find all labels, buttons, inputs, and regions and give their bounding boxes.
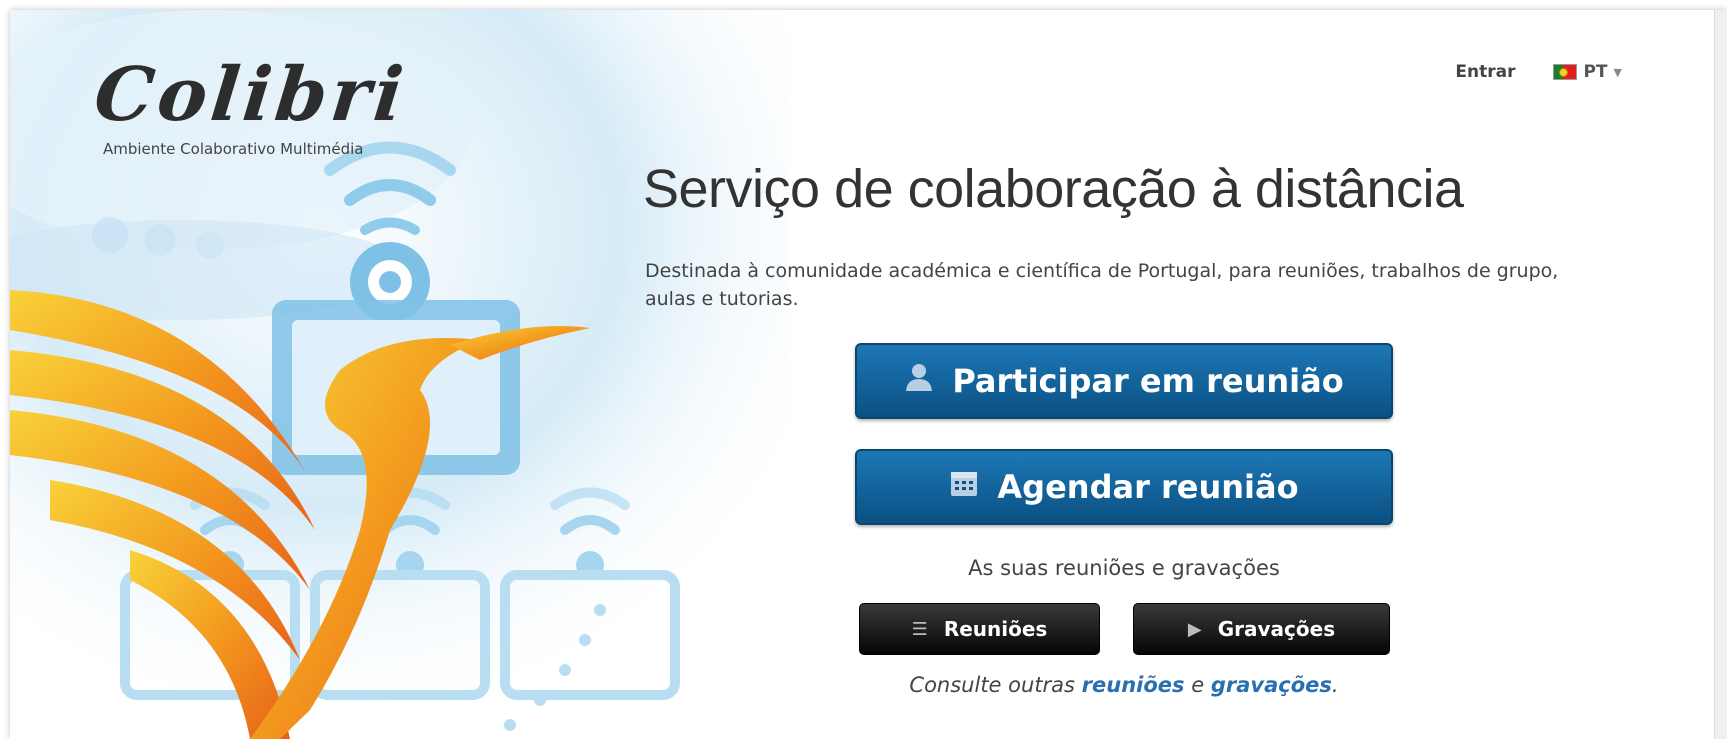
top-navigation: Entrar PT ▼ <box>1455 62 1622 82</box>
join-meeting-button[interactable]: Participar em reunião <box>855 343 1393 419</box>
chevron-down-icon: ▼ <box>1613 65 1622 79</box>
page-title: Serviço de colaboração à distância <box>643 159 1464 219</box>
recordings-label: Gravações <box>1217 617 1336 641</box>
page-description: Destinada à comunidade académica e cient… <box>645 260 1559 310</box>
language-label: PT <box>1583 62 1608 82</box>
play-icon: ▶ <box>1187 618 1202 640</box>
list-icon: ☰ <box>911 618 928 640</box>
schedule-meeting-button[interactable]: Agendar reunião <box>855 449 1393 525</box>
schedule-meeting-label: Agendar reunião <box>997 468 1299 506</box>
meetings-label: Reuniões <box>943 617 1048 641</box>
scrollbar[interactable] <box>1714 10 1727 739</box>
logo-tagline: Ambiente Colaborativo Multimédia <box>103 140 364 158</box>
note-connector: e <box>1184 673 1211 697</box>
note-suffix: . <box>1331 673 1339 697</box>
language-selector[interactable]: PT ▼ <box>1553 62 1622 82</box>
other-meetings-note: Consulte outras reuniões e gravações. <box>855 673 1393 697</box>
page: Colibri Ambiente Colaborativo Multimédia… <box>10 10 1727 739</box>
meetings-button[interactable]: ☰ Reuniões <box>859 603 1100 655</box>
login-link[interactable]: Entrar <box>1455 62 1515 82</box>
other-recordings-link[interactable]: gravações <box>1211 673 1332 697</box>
other-meetings-link[interactable]: reuniões <box>1082 673 1185 697</box>
logo[interactable]: Colibri Ambiente Colaborativo Multimédia <box>90 52 410 158</box>
your-meetings-heading: As suas reuniões e gravações <box>968 556 1280 580</box>
user-icon <box>904 362 934 400</box>
calendar-icon <box>949 468 979 506</box>
recordings-button[interactable]: ▶ Gravações <box>1133 603 1390 655</box>
logo-wordmark: Colibri <box>90 52 411 138</box>
portugal-flag-icon <box>1553 64 1578 80</box>
note-prefix: Consulte outras <box>909 673 1082 697</box>
join-meeting-label: Participar em reunião <box>952 362 1344 400</box>
